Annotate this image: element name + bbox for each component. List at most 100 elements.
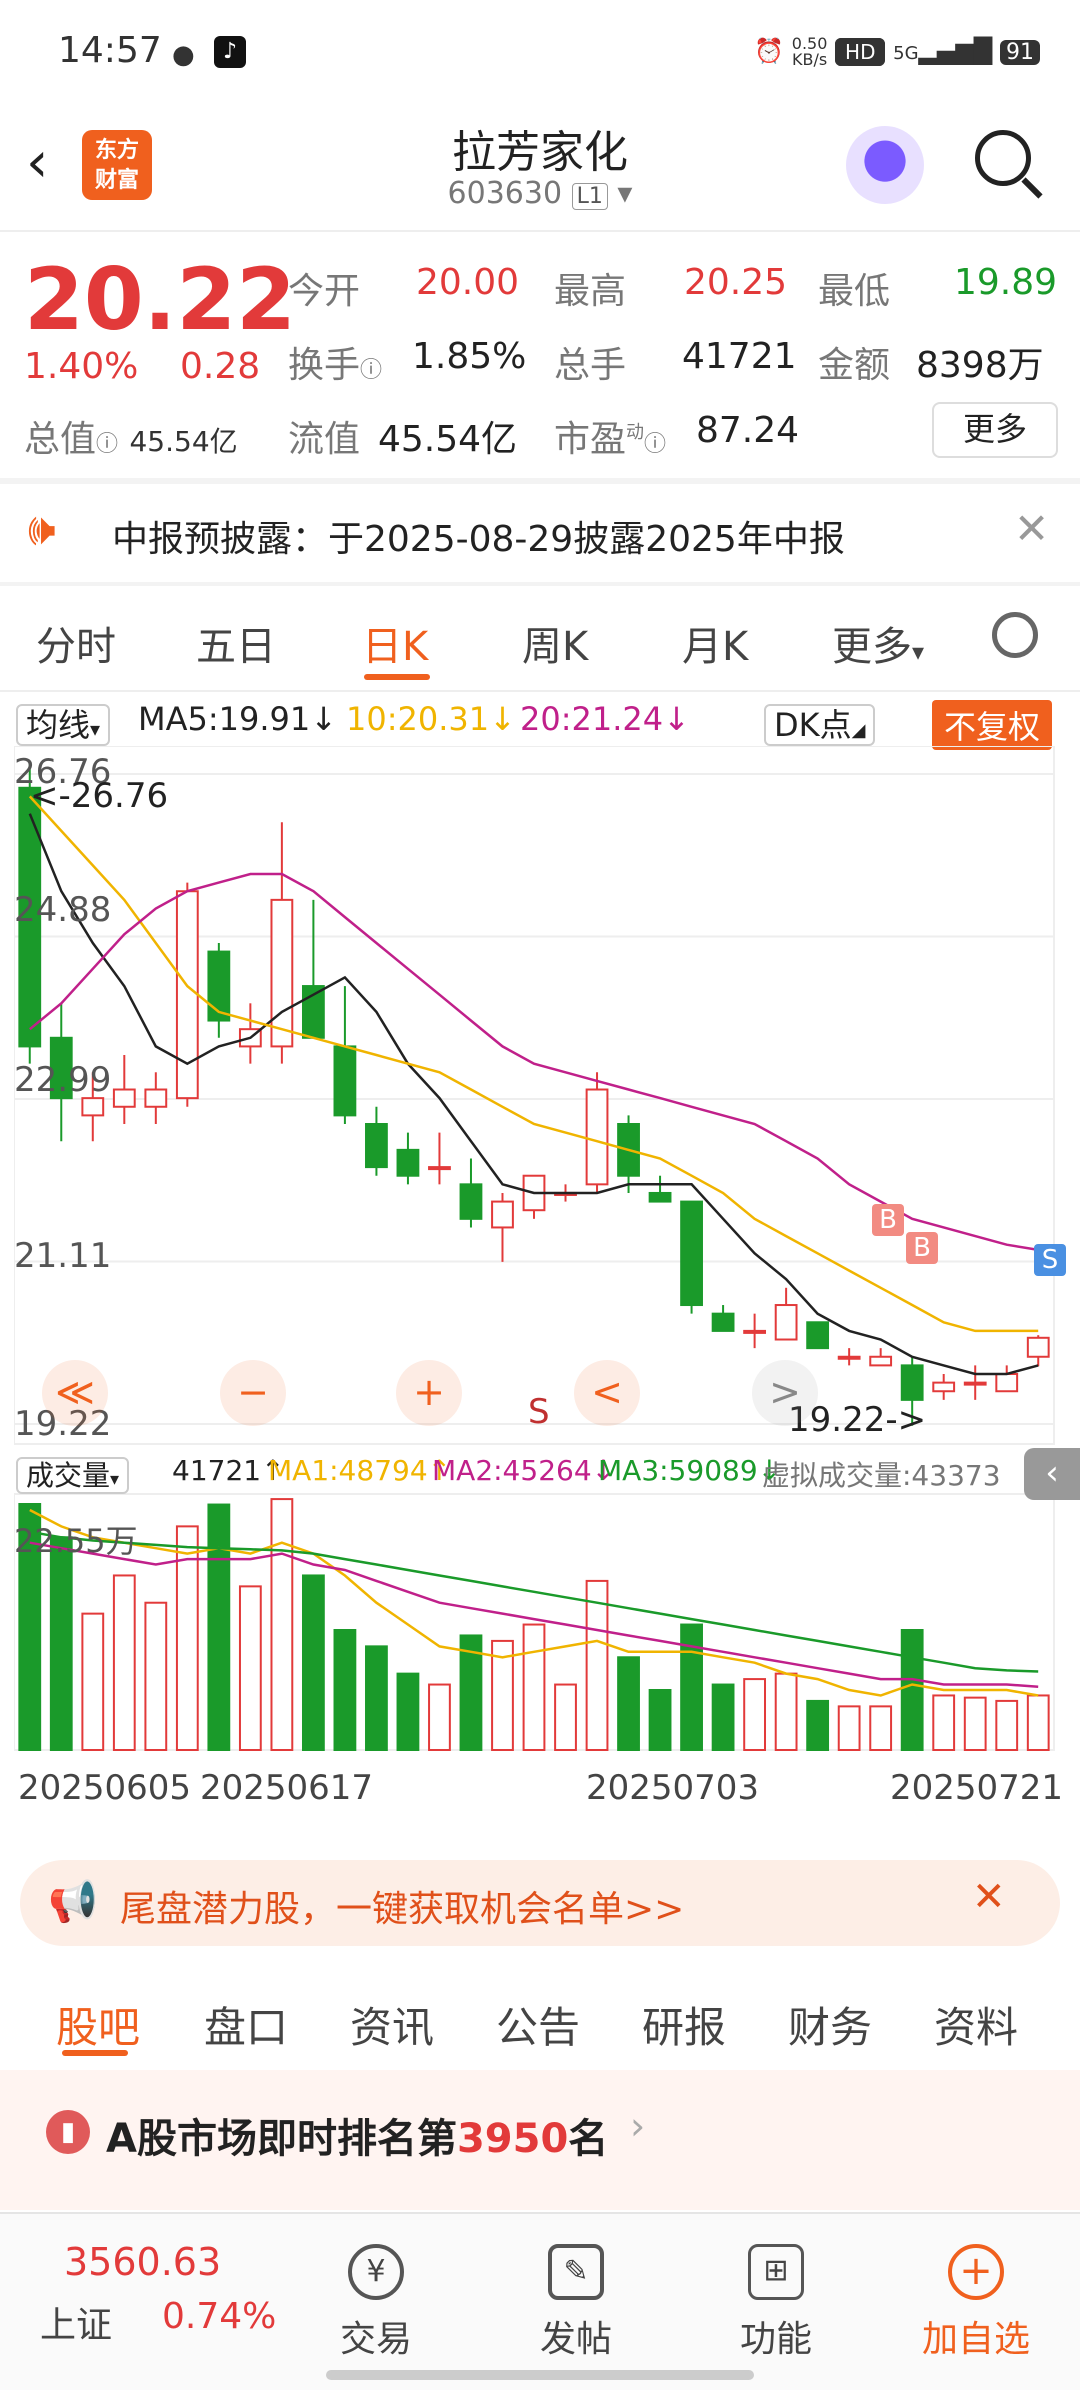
volume-bar — [585, 1579, 609, 1752]
tab-pankou[interactable]: 盘口 — [204, 1994, 288, 2055]
buy-marker-1[interactable]: B — [872, 1204, 904, 1236]
net-speed: 0.50 KB/s — [791, 34, 828, 69]
volume-bar — [49, 1536, 73, 1751]
candle — [459, 1183, 483, 1220]
fuquan-button[interactable]: 不复权 — [932, 700, 1053, 750]
trade-button[interactable]: ¥ 交易 — [306, 2244, 446, 2362]
tab-daily-k[interactable]: 日K — [362, 614, 428, 672]
gear-icon[interactable] — [992, 612, 1038, 658]
active-tab-underline — [364, 674, 430, 680]
candle — [491, 1200, 514, 1229]
rank-text: A股市场即时排名第3950名 — [106, 2116, 609, 2162]
scroll-first-button[interactable]: ≪ — [42, 1360, 108, 1426]
candle — [81, 1097, 105, 1117]
candle — [207, 950, 231, 1022]
volume-bar — [81, 1612, 105, 1751]
candle — [585, 1088, 609, 1186]
amount-value: 8398万 — [916, 345, 1044, 386]
tab-research[interactable]: 研报 — [642, 1994, 726, 2055]
index-value[interactable]: 3560.63 — [64, 2240, 221, 2284]
float-cap-value: 45.54亿 — [378, 419, 518, 460]
rank-banner[interactable]: ▮ A股市场即时排名第3950名 › — [0, 2070, 1080, 2210]
candle — [680, 1200, 703, 1307]
tab-announcements[interactable]: 公告 — [496, 1994, 580, 2055]
low-value: 19.89 — [954, 262, 1058, 303]
alarm-icon: ⏰ — [754, 37, 785, 65]
volume-bar — [333, 1629, 357, 1751]
collapse-panel-icon[interactable]: ‹ — [1024, 1448, 1080, 1500]
tab-five-day[interactable]: 五日 — [196, 614, 276, 672]
indicator-selector[interactable]: 成交量▾ — [16, 1454, 130, 1494]
level-badge: L1 — [571, 183, 608, 210]
scroll-next-button[interactable]: > — [752, 1360, 818, 1426]
open-label: 今开 — [288, 271, 361, 312]
notice-bar[interactable]: 🕪 中报预披露：于2025-08-29披露2025年中报 ✕ — [0, 482, 1080, 582]
dk-points-button[interactable]: DK点◢ — [764, 700, 876, 746]
candle — [932, 1381, 956, 1393]
volume-bar — [522, 1623, 546, 1752]
tab-more[interactable]: 更多▾ — [832, 614, 924, 672]
scroll-prev-button[interactable]: < — [574, 1360, 640, 1426]
volume-bar — [112, 1574, 136, 1751]
robot-assistant-icon[interactable] — [846, 126, 924, 204]
volume-value: 41721 — [682, 336, 797, 377]
high-value: 20.25 — [684, 262, 788, 303]
price-panel-border — [14, 746, 1055, 1445]
functions-button[interactable]: ⊞ 功能 — [706, 2244, 846, 2362]
float-cap-label: 流值 — [288, 419, 361, 460]
more-button[interactable]: 更多 — [932, 402, 1058, 458]
tab-monthly-k[interactable]: 月K — [682, 614, 748, 672]
tab-finance[interactable]: 财务 — [788, 1994, 872, 2055]
close-icon[interactable]: ✕ — [1014, 504, 1049, 553]
volume-bar — [743, 1678, 767, 1751]
search-icon[interactable] — [975, 130, 1031, 186]
sell-marker: S — [528, 1392, 550, 1432]
x-label-4: 20250721 — [890, 1768, 1064, 1808]
y-label-3: 22.99 — [14, 1060, 112, 1100]
candle — [1026, 1336, 1050, 1358]
add-watchlist-button[interactable]: + 加自选 — [906, 2244, 1046, 2362]
close-icon[interactable]: ✕ — [972, 1874, 1006, 1920]
promo-banner[interactable]: 📢 尾盘潜力股，一键获取机会名单>> ✕ — [20, 1860, 1060, 1946]
volume-label: 总手 — [554, 345, 627, 386]
grid-icon: ⊞ — [748, 2244, 804, 2300]
tab-weekly-k[interactable]: 周K — [522, 614, 588, 672]
tab-guba[interactable]: 股吧 — [56, 1994, 140, 2055]
ma-selector[interactable]: 均线▾ — [16, 700, 111, 746]
notice-text: 中报预披露：于2025-08-29披露2025年中报 — [112, 519, 845, 560]
volume-bar — [238, 1585, 262, 1752]
hd-icon: HD — [835, 38, 886, 66]
tab-news[interactable]: 资讯 — [350, 1994, 434, 2055]
status-icons: ⏰ 0.50 KB/s HD 5G▂▄▆█ 91 — [754, 36, 1040, 68]
vol-ma1: MA1:48794↑ — [268, 1454, 452, 1487]
home-indicator — [326, 2370, 754, 2380]
volume-bar — [932, 1694, 956, 1751]
active-tab-underline — [62, 2050, 128, 2056]
volume-bar — [837, 1705, 861, 1752]
volume-bars — [18, 1498, 1050, 1752]
tab-profile[interactable]: 资料 — [934, 1994, 1018, 2055]
tab-intraday[interactable]: 分时 — [36, 614, 116, 672]
current-price: 20.22 — [24, 250, 297, 350]
post-button[interactable]: ✎ 发帖 — [506, 2244, 646, 2362]
high-label: 最高 — [554, 271, 627, 312]
kline-chart[interactable] — [14, 746, 1070, 1826]
volume-bar — [648, 1689, 672, 1751]
stock-code: 603630 — [447, 176, 563, 211]
zoom-out-button[interactable]: − — [220, 1360, 286, 1426]
sell-signal-marker[interactable]: S — [1034, 1244, 1066, 1276]
index-name[interactable]: 上证 — [40, 2296, 112, 2348]
index-change[interactable]: 0.74% — [162, 2296, 276, 2337]
volume-bar — [711, 1683, 735, 1752]
ma20-value: 20:21.24↓ — [520, 700, 690, 738]
candle — [774, 1304, 798, 1341]
ranking-icon: ▮ — [46, 2110, 90, 2154]
chevron-down-icon: ▾ — [912, 638, 925, 666]
x-label-2: 20250617 — [200, 1768, 374, 1808]
y-label-2: 24.88 — [14, 890, 112, 930]
open-value: 20.00 — [416, 262, 520, 303]
pe-value: 87.24 — [696, 410, 800, 451]
zoom-in-button[interactable]: + — [396, 1360, 462, 1426]
low-label: 最低 — [818, 271, 891, 312]
buy-marker-2[interactable]: B — [906, 1232, 938, 1264]
